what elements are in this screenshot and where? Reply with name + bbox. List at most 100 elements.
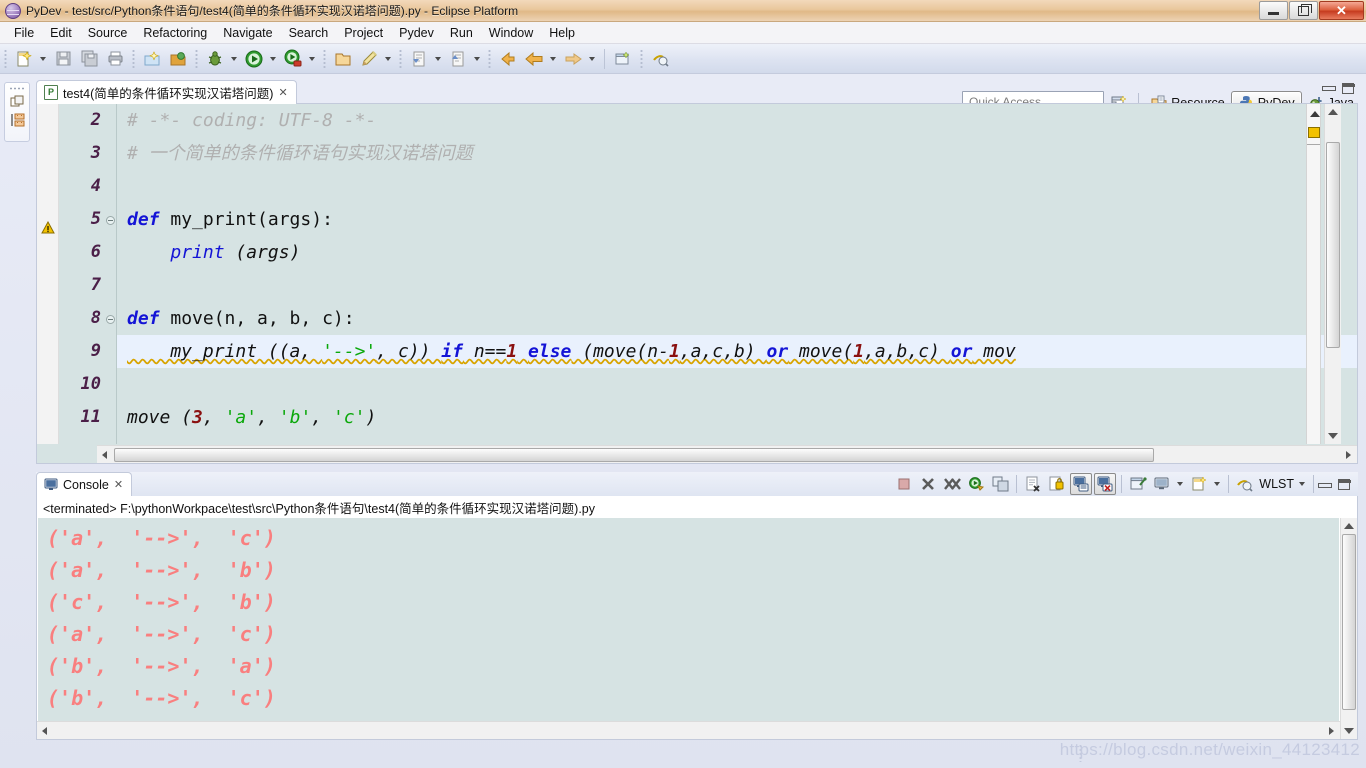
- open-folder-icon[interactable]: [331, 47, 355, 71]
- wlst-icon[interactable]: [1234, 473, 1256, 495]
- editor-maximize-icon[interactable]: [1342, 83, 1355, 94]
- editor-horizontal-scrollbar[interactable]: [97, 445, 1357, 463]
- back-arrow-icon[interactable]: [522, 47, 546, 71]
- next-annotation-dropdown-icon[interactable]: [432, 48, 444, 70]
- relaunch-icon[interactable]: [965, 473, 987, 495]
- console-hscroll-right-icon[interactable]: [1323, 722, 1340, 739]
- search-globe-icon[interactable]: [648, 47, 672, 71]
- code-line[interactable]: [117, 170, 1357, 203]
- code-line[interactable]: [117, 368, 1357, 401]
- overview-warning-marker[interactable]: [1308, 127, 1320, 138]
- menu-search[interactable]: Search: [281, 24, 337, 42]
- console-horizontal-scrollbar[interactable]: [37, 721, 1340, 739]
- toolbar-grip-3[interactable]: [195, 48, 198, 69]
- editor-marker-column[interactable]: [37, 104, 59, 444]
- console-scroll-down-icon[interactable]: [1344, 728, 1354, 734]
- remove-all-terminated-icon[interactable]: [941, 473, 963, 495]
- console-hscroll-left-icon[interactable]: [37, 722, 54, 739]
- code-line[interactable]: # 一个简单的条件循环语句实现汉诺塔问题: [117, 137, 1357, 170]
- menu-refactoring[interactable]: Refactoring: [135, 24, 215, 42]
- new-wizard-icon[interactable]: [12, 47, 36, 71]
- debug-dropdown-icon[interactable]: [228, 48, 240, 70]
- next-annotation-icon[interactable]: [407, 47, 431, 71]
- pydev-package-explorer-icon[interactable]: [166, 47, 190, 71]
- scroll-up-icon[interactable]: [1328, 109, 1338, 115]
- remove-launch-icon[interactable]: [917, 473, 939, 495]
- restore-button[interactable]: [1289, 1, 1318, 20]
- editor-folding-column[interactable]: [105, 104, 117, 444]
- pencil-edit-icon[interactable]: [357, 47, 381, 71]
- display-selected-console-dropdown-icon[interactable]: [1174, 473, 1186, 495]
- display-selected-console-icon[interactable]: [1151, 473, 1173, 495]
- show-console-on-output-icon[interactable]: [1070, 473, 1093, 495]
- pin-console-icon[interactable]: [1127, 473, 1149, 495]
- fold-marker-line5[interactable]: [106, 216, 115, 225]
- code-line[interactable]: [117, 269, 1357, 302]
- previous-annotation-icon[interactable]: [446, 47, 470, 71]
- toolbar-grip-6[interactable]: [488, 48, 491, 69]
- menu-edit[interactable]: Edit: [42, 24, 80, 42]
- code-line[interactable]: def my_print(args):: [117, 203, 1357, 236]
- forward-arrow-icon[interactable]: [561, 47, 585, 71]
- editor-hscroll-thumb[interactable]: [114, 447, 1154, 462]
- editor-tab-test4[interactable]: P test4(简单的条件循环实现汉诺塔问题) ✕: [36, 80, 297, 104]
- editor-code-content[interactable]: # -*- coding: UTF-8 -*- # 一个简单的条件循环语句实现汉诺…: [117, 104, 1357, 444]
- pencil-edit-dropdown-icon[interactable]: [382, 48, 394, 70]
- hscroll-left-icon[interactable]: [97, 446, 114, 463]
- previous-annotation-dropdown-icon[interactable]: [471, 48, 483, 70]
- editor-overview-ruler[interactable]: [1306, 104, 1321, 444]
- code-line[interactable]: my_print ((a, '-->', c)) if n==1 else (m…: [117, 335, 1357, 368]
- close-button[interactable]: ✕: [1319, 1, 1364, 20]
- new-console-view-icon[interactable]: [989, 473, 1011, 495]
- console-tab[interactable]: Console ✕: [36, 472, 133, 496]
- editor-vscroll-thumb[interactable]: [1326, 142, 1340, 348]
- back-dropdown-icon[interactable]: [547, 48, 559, 70]
- print-icon[interactable]: [103, 47, 127, 71]
- code-line[interactable]: # -*- coding: UTF-8 -*-: [117, 104, 1357, 137]
- toolbar-grip-2[interactable]: [132, 48, 135, 69]
- warning-marker-icon[interactable]: [41, 221, 55, 234]
- save-icon[interactable]: [51, 47, 75, 71]
- toolbar-grip-4[interactable]: [323, 48, 326, 69]
- open-console-dropdown-icon[interactable]: [1211, 473, 1223, 495]
- show-console-on-error-icon[interactable]: [1094, 473, 1117, 495]
- fold-marker-line8[interactable]: [106, 315, 115, 324]
- code-line[interactable]: move (3, 'a', 'b', 'c'): [117, 401, 1357, 434]
- toolbar-grip[interactable]: [4, 48, 7, 69]
- menu-run[interactable]: Run: [442, 24, 481, 42]
- hscroll-right-icon[interactable]: [1340, 446, 1357, 463]
- console-maximize-icon[interactable]: [1338, 478, 1351, 490]
- menu-pydev[interactable]: Pydev: [391, 24, 442, 42]
- menu-file[interactable]: File: [6, 24, 42, 42]
- console-body[interactable]: <terminated> F:\pythonWorkpace\test\src\…: [36, 496, 1358, 740]
- menu-navigate[interactable]: Navigate: [215, 24, 280, 42]
- debug-icon[interactable]: [203, 47, 227, 71]
- outline-view-icon[interactable]: [10, 113, 25, 127]
- editor-vertical-scrollbar[interactable]: [1324, 104, 1341, 444]
- save-all-icon[interactable]: [77, 47, 101, 71]
- menu-window[interactable]: Window: [481, 24, 541, 42]
- terminate-icon[interactable]: [893, 473, 915, 495]
- run-dropdown-icon[interactable]: [267, 48, 279, 70]
- scroll-lock-icon[interactable]: [1046, 473, 1068, 495]
- console-output[interactable]: ('a', '-->', 'c') ('a', '-->', 'b') ('c', …: [38, 518, 1339, 721]
- wlst-dropdown-icon[interactable]: [1296, 473, 1308, 495]
- code-line[interactable]: print (args): [117, 236, 1357, 269]
- clear-console-icon[interactable]: [1022, 473, 1044, 495]
- console-scroll-up-icon[interactable]: [1344, 523, 1354, 529]
- console-vertical-scrollbar[interactable]: [1340, 518, 1357, 739]
- back-history-icon[interactable]: [496, 47, 520, 71]
- code-line[interactable]: def move(n, a, b, c):: [117, 302, 1357, 335]
- new-wizard-dropdown-icon[interactable]: [37, 48, 49, 70]
- editor-body[interactable]: 2 3 4 5 6 7 8 9 10 11 # -*- coding: UTF-…: [36, 104, 1358, 464]
- console-minimize-icon[interactable]: [1318, 480, 1332, 489]
- minimize-button[interactable]: [1259, 1, 1288, 20]
- new-pydev-project-icon[interactable]: [140, 47, 164, 71]
- menu-project[interactable]: Project: [336, 24, 391, 42]
- new-window-icon[interactable]: [611, 47, 635, 71]
- forward-dropdown-icon[interactable]: [586, 48, 598, 70]
- restore-view-icon[interactable]: [10, 95, 25, 109]
- editor-tab-close-icon[interactable]: ✕: [278, 86, 287, 99]
- run-icon[interactable]: [242, 47, 266, 71]
- open-console-icon[interactable]: [1188, 473, 1210, 495]
